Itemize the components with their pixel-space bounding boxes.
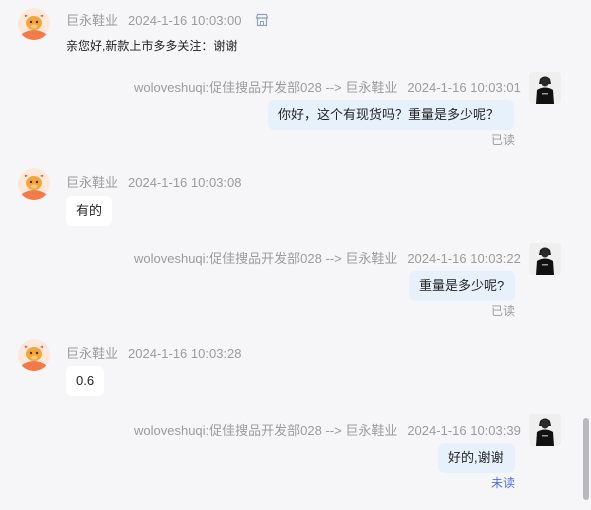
sender-name: woloveshuqi:促佳搜品开发部028 --> 巨永鞋业 bbox=[134, 251, 398, 266]
message-bubble: 重量是多少呢? bbox=[409, 271, 515, 301]
read-status: 已读 bbox=[491, 304, 516, 318]
buyer-avatar[interactable] bbox=[529, 414, 561, 446]
message-meta: 巨永鞋业 2024-1-16 10:03:28 bbox=[66, 343, 242, 362]
message-text: 亲您好,新款上市多多关注：谢谢 bbox=[66, 39, 238, 53]
unread-status: 未读 bbox=[491, 476, 516, 490]
message-time: 2024-1-16 10:03:08 bbox=[128, 175, 242, 190]
person-photo-icon bbox=[529, 414, 561, 446]
message-meta: woloveshuqi:促佳搜品开发部028 --> 巨永鞋业 2024-1-16… bbox=[134, 77, 521, 96]
buyer-avatar[interactable] bbox=[529, 72, 561, 104]
sender-name: woloveshuqi:促佳搜品开发部028 --> 巨永鞋业 bbox=[134, 423, 398, 438]
seller-avatar[interactable] bbox=[18, 8, 50, 40]
person-photo-icon bbox=[529, 72, 561, 104]
scrollbar-thumb[interactable] bbox=[583, 418, 589, 500]
message-bubble: 好的,谢谢 bbox=[438, 443, 515, 473]
bull-avatar-icon bbox=[18, 339, 50, 371]
bull-avatar-icon bbox=[18, 168, 50, 200]
seller-avatar[interactable] bbox=[18, 339, 50, 371]
bull-avatar-icon bbox=[18, 8, 50, 40]
message-time: 2024-1-16 10:03:01 bbox=[407, 80, 521, 95]
person-photo-icon bbox=[529, 243, 561, 275]
message-bubble: 0.6 bbox=[66, 366, 105, 396]
message-time: 2024-1-16 10:03:28 bbox=[128, 346, 242, 361]
chat-window: 巨永鞋业 2024-1-16 10:03:00 亲您好,新款上市多多关注：谢谢 w… bbox=[0, 0, 591, 510]
message-meta: 巨永鞋业 2024-1-16 10:03:08 bbox=[66, 172, 242, 191]
sender-name: 巨永鞋业 bbox=[66, 13, 119, 28]
read-status: 已读 bbox=[491, 133, 516, 147]
message-time: 2024-1-16 10:03:00 bbox=[128, 13, 242, 28]
message-meta: woloveshuqi:促佳搜品开发部028 --> 巨永鞋业 2024-1-16… bbox=[134, 420, 521, 439]
seller-avatar[interactable] bbox=[18, 168, 50, 200]
buyer-avatar[interactable] bbox=[529, 243, 561, 275]
message-bubble: 你好，这个有现货吗？重量是多少呢？ bbox=[268, 100, 514, 130]
message-time: 2024-1-16 10:03:39 bbox=[407, 423, 521, 438]
sender-name: woloveshuqi:促佳搜品开发部028 --> 巨永鞋业 bbox=[134, 80, 398, 95]
shop-icon[interactable] bbox=[255, 13, 269, 30]
sender-name: 巨永鞋业 bbox=[66, 346, 119, 361]
message-meta: woloveshuqi:促佳搜品开发部028 --> 巨永鞋业 2024-1-16… bbox=[134, 248, 521, 267]
message-meta: 巨永鞋业 2024-1-16 10:03:00 bbox=[66, 10, 269, 30]
message-time: 2024-1-16 10:03:22 bbox=[407, 251, 521, 266]
sender-name: 巨永鞋业 bbox=[66, 175, 119, 190]
message-bubble: 有的 bbox=[66, 196, 113, 226]
